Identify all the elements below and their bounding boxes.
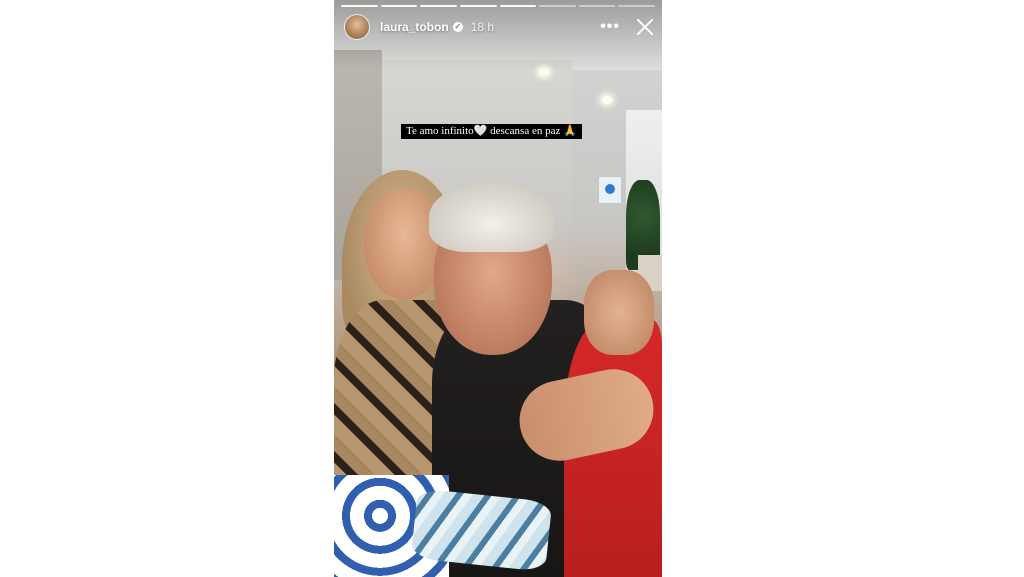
more-options-icon[interactable]: •••: [600, 19, 620, 35]
close-icon[interactable]: [636, 18, 654, 36]
man-hair: [429, 182, 554, 252]
progress-segment: [459, 5, 497, 7]
story-header: laura_tobon ✓ 18 h •••: [344, 12, 654, 42]
progress-segment: [499, 5, 537, 7]
story-viewer[interactable]: laura_tobon ✓ 18 h ••• Te amo infinito🤍 …: [334, 0, 662, 577]
progress-segment: [539, 5, 576, 7]
progress-segment: [618, 5, 655, 7]
progress-segment: [578, 5, 616, 7]
progress-segment: [420, 5, 457, 7]
progress-segment: [380, 5, 418, 7]
story-caption: Te amo infinito🤍 descansa en paz 🙏: [401, 124, 582, 139]
username[interactable]: laura_tobon: [380, 20, 449, 34]
ceiling-light: [602, 96, 612, 104]
wall-sign: [598, 176, 622, 204]
progress-segment: [341, 5, 378, 7]
verified-badge-icon: ✓: [452, 22, 463, 32]
hand-on-shoulder: [584, 270, 654, 355]
story-progress-bar: [341, 5, 655, 7]
gift-wrap: [410, 488, 553, 572]
profile-avatar[interactable]: [344, 14, 370, 40]
post-time: 18 h: [470, 20, 495, 34]
